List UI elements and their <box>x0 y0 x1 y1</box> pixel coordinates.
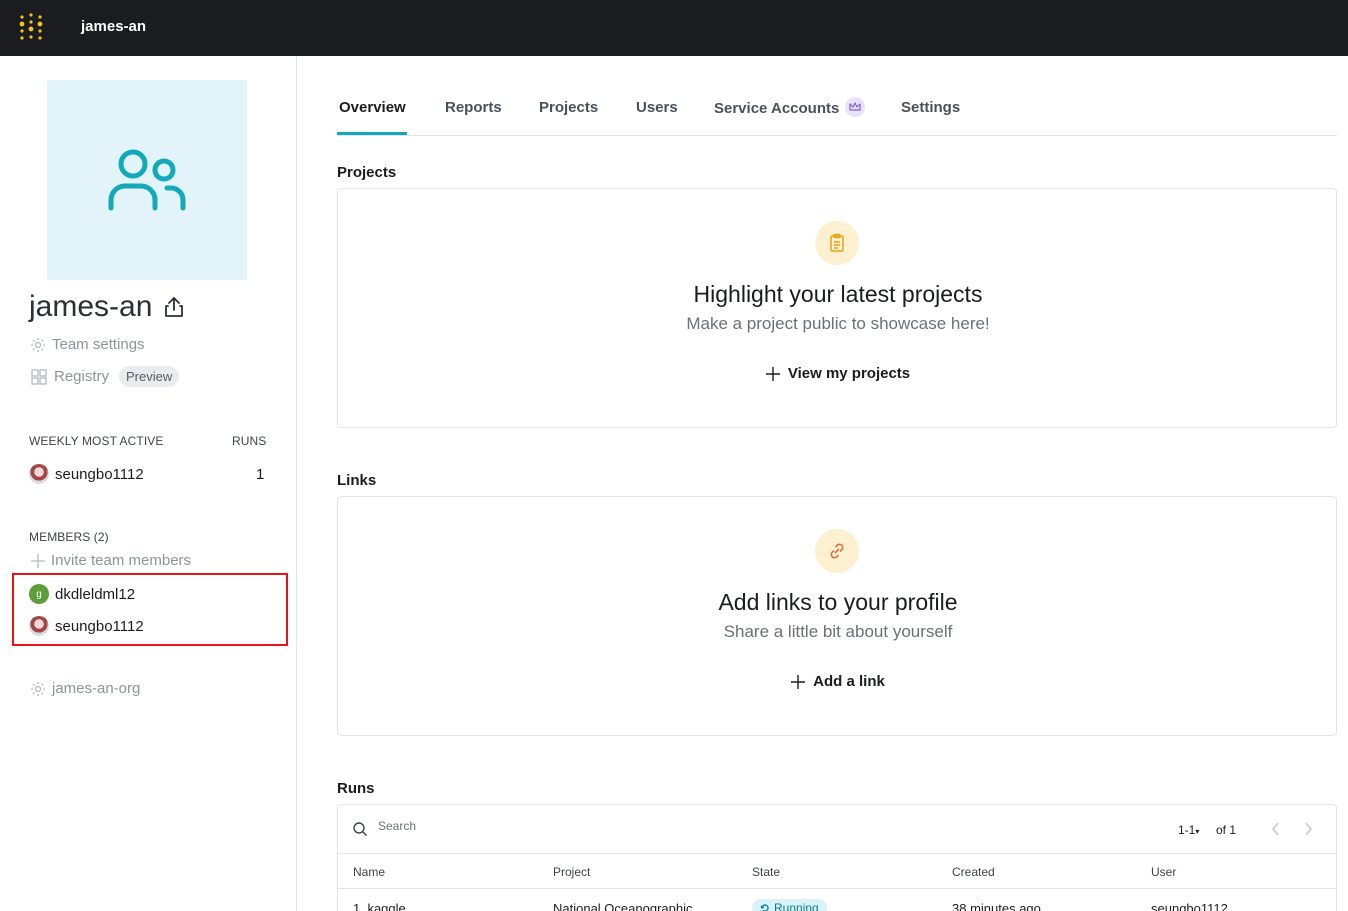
run-user[interactable]: seungbo1112 <box>1151 901 1228 911</box>
team-settings-link[interactable]: Team settings <box>30 336 145 353</box>
registry-icon <box>31 368 47 385</box>
tab-service-accounts-label: Service Accounts <box>714 99 840 117</box>
weekly-user-row[interactable]: seungbo1112 <box>29 464 144 484</box>
projects-empty-title: Highlight your latest projects <box>693 281 983 307</box>
link-icon <box>815 529 859 573</box>
tab-users[interactable]: Users <box>636 99 678 116</box>
invite-members-button[interactable]: Invite team members <box>31 552 191 569</box>
column-header-user[interactable]: User <box>1151 865 1176 879</box>
table-row[interactable]: 1. kaggle National Oceanographic Running… <box>338 889 1336 911</box>
page-range-select[interactable]: 1-1▾ <box>1178 823 1199 837</box>
page-of-label: of 1 <box>1216 823 1237 837</box>
registry-link[interactable]: Registry Preview <box>30 366 180 387</box>
status-label: Running <box>774 901 819 911</box>
projects-empty-card: Highlight your latest projects Make a pr… <box>337 188 1337 428</box>
run-name[interactable]: 1. kaggle <box>353 901 406 911</box>
org-link[interactable]: james-an-org <box>30 680 140 697</box>
chevron-down-icon: ▾ <box>1195 827 1200 836</box>
column-header-project[interactable]: Project <box>553 865 590 879</box>
users-icon <box>108 149 186 211</box>
view-my-projects-button[interactable]: View my projects <box>338 365 1338 382</box>
tab-overview[interactable]: Overview <box>339 99 406 116</box>
members-label: MEMBERS (2) <box>29 530 109 544</box>
gear-icon <box>31 681 45 696</box>
crown-icon <box>845 97 866 117</box>
runs-table-header: Name Project State Created User <box>338 854 1336 889</box>
tab-bar: Overview Reports Projects Users Service … <box>337 80 1337 136</box>
org-label: james-an-org <box>52 680 141 697</box>
column-header-name[interactable]: Name <box>353 865 385 879</box>
projects-section-title: Projects <box>337 164 397 181</box>
links-empty-title: Add links to your profile <box>718 589 958 615</box>
team-name: james-an <box>29 290 153 323</box>
share-icon[interactable] <box>164 296 184 318</box>
links-empty-card: Add links to your profile Share a little… <box>337 496 1337 736</box>
active-tab-indicator <box>337 132 407 135</box>
registry-label: Registry <box>54 368 110 385</box>
team-avatar <box>47 80 247 280</box>
plus-icon <box>31 553 45 568</box>
runs-column-label: RUNS <box>232 434 267 448</box>
tab-settings[interactable]: Settings <box>901 99 960 116</box>
members-highlight-box <box>12 573 288 646</box>
run-created: 38 minutes ago <box>952 901 1041 911</box>
runs-table: 1-1▾ of 1 Name Project State Created Use… <box>337 804 1337 911</box>
weekly-user-name: seungbo1112 <box>55 465 144 483</box>
team-name-heading: james-an <box>29 290 184 324</box>
team-settings-label: Team settings <box>52 336 145 353</box>
search-icon <box>353 822 367 836</box>
runs-toolbar: 1-1▾ of 1 <box>338 805 1336 854</box>
invite-label: Invite team members <box>51 552 192 569</box>
running-icon <box>760 904 769 911</box>
chevron-right-icon[interactable] <box>1302 819 1314 839</box>
plus-icon <box>791 674 806 689</box>
preview-badge: Preview <box>119 366 180 387</box>
tab-reports[interactable]: Reports <box>445 99 502 116</box>
plus-icon <box>765 366 780 381</box>
wandb-logo-icon[interactable] <box>18 13 46 41</box>
tab-service-accounts[interactable]: Service Accounts <box>714 97 866 119</box>
weekly-user-runs: 1 <box>256 466 265 483</box>
links-empty-subtitle: Share a little bit about yourself <box>723 622 953 641</box>
projects-empty-subtitle: Make a project public to showcase here! <box>686 314 990 333</box>
sidebar: james-an Team settings Registry Preview … <box>0 56 297 911</box>
add-link-button[interactable]: Add a link <box>338 673 1338 690</box>
gear-icon <box>31 337 45 352</box>
column-header-created[interactable]: Created <box>952 865 995 879</box>
tab-projects[interactable]: Projects <box>539 99 598 116</box>
runs-search-input[interactable] <box>378 819 1078 833</box>
run-project[interactable]: National Oceanographic <box>553 901 692 911</box>
clipboard-icon <box>815 221 859 265</box>
links-section-title: Links <box>337 472 377 489</box>
runs-section-title: Runs <box>337 780 375 797</box>
topbar-team-name[interactable]: james-an <box>81 18 146 35</box>
add-link-label: Add a link <box>813 673 885 690</box>
column-header-state[interactable]: State <box>752 865 780 879</box>
view-my-projects-label: View my projects <box>787 365 911 382</box>
weekly-most-active-label: WEEKLY MOST ACTIVE <box>29 434 164 448</box>
avatar <box>29 464 49 484</box>
page-range-label: 1-1 <box>1178 823 1196 837</box>
chevron-left-icon[interactable] <box>1270 819 1282 839</box>
top-bar: james-an <box>0 0 1348 56</box>
status-badge: Running <box>752 899 827 911</box>
run-state: Running <box>752 899 827 911</box>
